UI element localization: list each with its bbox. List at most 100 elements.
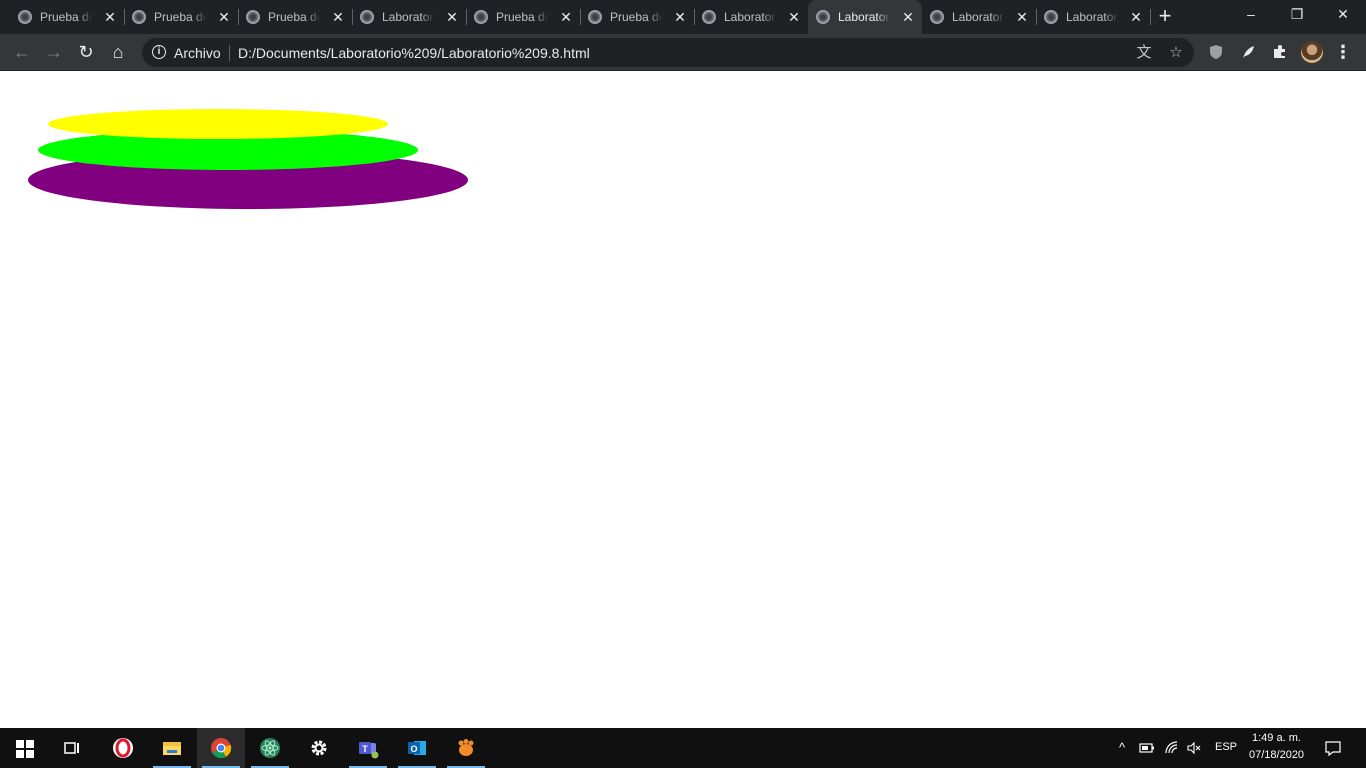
browser-tab[interactable]: Prueba de ✕ [238,0,353,34]
task-view-icon [64,742,79,754]
tab-close-icon[interactable]: ✕ [330,9,346,25]
globe-icon [1044,10,1058,24]
tab-close-icon[interactable]: ✕ [102,9,118,25]
forward-button[interactable]: → [41,40,67,66]
tab-title: Laboratorio [724,10,776,24]
tab-close-icon[interactable]: ✕ [444,9,460,25]
start-button[interactable] [0,728,48,768]
tab-title: Prueba de [610,10,662,24]
language-indicator[interactable]: ESP [1215,741,1237,753]
globe-icon [816,10,830,24]
tab-close-icon[interactable]: ✕ [558,9,574,25]
tab-title: Prueba de [154,10,206,24]
svg-text:T: T [362,744,368,754]
notification-center-icon[interactable] [1324,739,1342,757]
back-button[interactable]: ← [9,40,35,66]
tab-title: Laboratorio [382,10,434,24]
battery-icon[interactable] [1139,740,1155,756]
shield-extension-icon[interactable] [1207,43,1225,61]
taskbar-teams[interactable]: T [344,728,392,768]
tab-close-icon[interactable]: ✕ [1014,9,1030,25]
feather-extension-icon[interactable] [1239,43,1257,61]
tab-close-icon[interactable]: ✕ [1128,9,1144,25]
home-button[interactable]: ⌂ [105,40,131,66]
close-window-button[interactable]: ✕ [1320,0,1366,30]
globe-icon [474,10,488,24]
windows-logo-icon [16,740,34,758]
browser-menu-icon[interactable]: ⋮ [1334,41,1352,63]
taskbar-opera[interactable] [99,728,147,768]
taskbar-scratch[interactable] [442,728,490,768]
tab-strip: Prueba de✕Prueba de✕Prueba de✕Laboratori… [0,0,1366,34]
browser-tab[interactable]: Laboratorio ✕ [808,0,922,34]
globe-icon [588,10,602,24]
globe-icon [360,10,374,24]
profile-avatar[interactable] [1301,41,1323,63]
windows-taskbar: T O ^ ESP 1:49 a. m. 07/18/2020 [0,728,1366,768]
tab-title: Laboratorio [952,10,1004,24]
tab-separator [1150,9,1151,25]
globe-icon [930,10,944,24]
back-arrow-icon: ← [13,42,31,62]
tab-close-icon[interactable]: ✕ [216,9,232,25]
clock-date[interactable]: 07/18/2020 [1249,749,1304,761]
taskbar-outlook[interactable]: O [393,728,441,768]
show-hidden-icons-chevron-icon[interactable]: ^ [1114,740,1130,756]
reload-icon: ↻ [78,42,94,62]
wifi-icon[interactable] [1164,740,1180,756]
globe-icon [132,10,146,24]
extensions-puzzle-icon[interactable] [1271,43,1289,61]
scheme-label: Archivo [174,45,221,61]
page-content [0,71,1366,728]
browser-tab[interactable]: Prueba de ✕ [580,0,695,34]
tab-close-icon[interactable]: ✕ [672,9,688,25]
tab-title: Prueba de [268,10,320,24]
taskbar-atom[interactable] [246,728,294,768]
globe-icon [702,10,716,24]
yellow-ellipse [48,109,388,139]
translate-icon[interactable]: 文 [1135,44,1153,62]
bookmark-star-icon[interactable]: ☆ [1167,44,1185,62]
browser-toolbar: ← → ↻ ⌂ i Archivo D:/Documents/Laborator… [0,34,1366,71]
browser-tab[interactable]: Prueba de ✕ [466,0,581,34]
site-info-icon[interactable]: i [152,45,166,59]
outlook-icon: O [408,741,426,755]
taskbar-file-explorer[interactable] [148,728,196,768]
browser-tab[interactable]: Laboratorio ✕ [694,0,808,34]
globe-icon [246,10,260,24]
chrome-icon [211,738,232,759]
address-bar[interactable]: i Archivo D:/Documents/Laboratorio%209/L… [142,38,1194,67]
taskbar-chrome[interactable] [197,728,245,768]
browser-tab[interactable]: Prueba de ✕ [10,0,125,34]
browser-tab[interactable]: Prueba de ✕ [124,0,239,34]
taskbar-settings[interactable] [295,728,343,768]
minimize-button[interactable]: – [1228,0,1274,30]
globe-icon [18,10,32,24]
home-icon: ⌂ [112,42,124,62]
forward-arrow-icon: → [45,42,63,62]
teams-icon: T [359,742,379,759]
address-separator [229,45,230,61]
svg-text:O: O [410,744,417,754]
cat-paw-icon [458,739,474,756]
tab-title: Laboratorio [838,10,890,24]
restore-button[interactable]: ❐ [1274,0,1320,30]
browser-tab[interactable]: Laboratorio ✕ [922,0,1037,34]
browser-tab[interactable]: Laboratorio ✕ [1036,0,1151,34]
url-text[interactable]: D:/Documents/Laboratorio%209/Laboratorio… [238,45,590,61]
new-tab-button[interactable]: + [1154,5,1176,28]
folder-icon [163,742,181,755]
tab-title: Laboratorio [1066,10,1118,24]
volume-muted-icon[interactable] [1186,740,1202,756]
tab-title: Prueba de [496,10,548,24]
clock-time[interactable]: 1:49 a. m. [1252,732,1301,744]
task-view-button[interactable] [48,728,96,768]
tab-close-icon[interactable]: ✕ [786,9,802,25]
gear-icon [311,740,327,756]
tab-title: Prueba de [40,10,92,24]
atom-icon [260,738,280,758]
opera-icon [113,738,133,758]
browser-tab[interactable]: Laboratorio ✕ [352,0,467,34]
reload-button[interactable]: ↻ [73,40,99,66]
tab-close-icon[interactable]: ✕ [900,9,916,25]
